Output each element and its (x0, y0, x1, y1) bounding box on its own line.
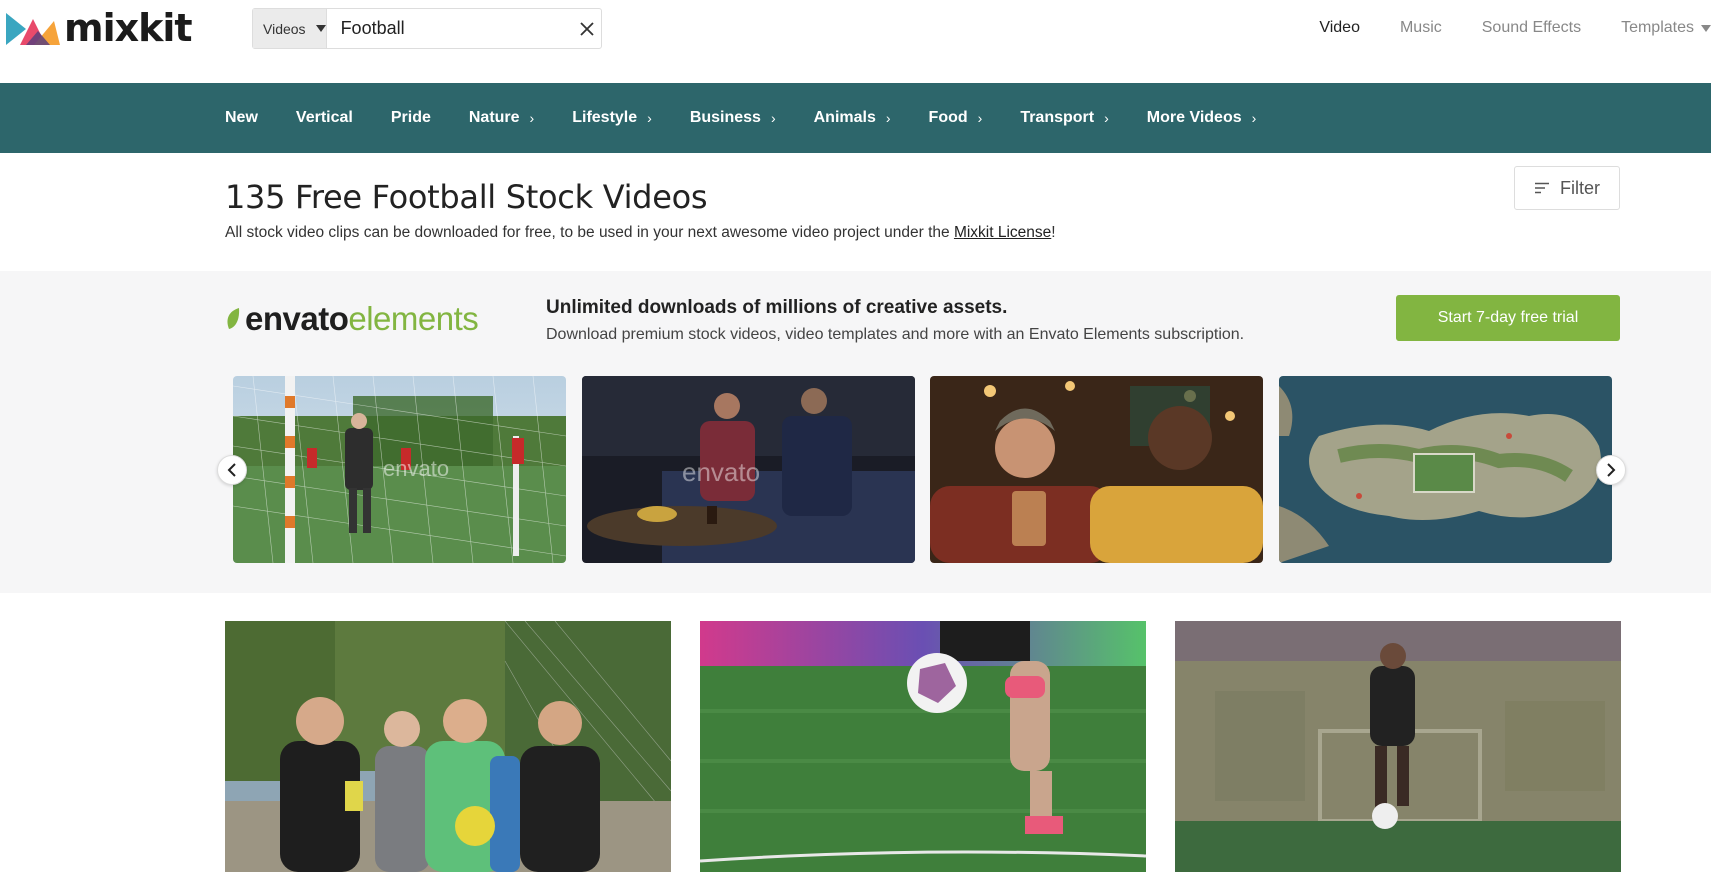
carousel-item[interactable]: envato (582, 376, 915, 563)
nav-video[interactable]: Video (1319, 19, 1360, 37)
category-transport[interactable]: Transport › (1020, 109, 1108, 127)
carousel-next-button[interactable] (1596, 455, 1626, 485)
category-label: New (225, 109, 258, 126)
filter-label: Filter (1560, 177, 1600, 198)
category-more-videos[interactable]: More Videos › (1147, 109, 1257, 127)
leaf-icon (227, 308, 240, 329)
chevron-right-icon: › (1251, 110, 1257, 126)
envato-elements-logo[interactable]: envato elements (225, 300, 479, 338)
football-players-walking-thumbnail (225, 621, 671, 872)
top-navigation: Video Music Sound Effects Templates (1279, 19, 1711, 37)
player-juggling-ball-thumbnail (700, 621, 1146, 872)
nav-templates-label: Templates (1621, 19, 1694, 36)
nav-sound-effects[interactable]: Sound Effects (1482, 19, 1581, 37)
page-subtitle: All stock video clips can be downloaded … (225, 224, 1056, 242)
category-business[interactable]: Business › (690, 109, 776, 127)
category-animals[interactable]: Animals › (814, 109, 891, 127)
carousel-item[interactable] (1279, 376, 1612, 563)
nav-templates[interactable]: Templates (1621, 19, 1711, 37)
subtitle-text: All stock video clips can be downloaded … (225, 224, 954, 241)
caret-down-icon (315, 25, 326, 32)
category-bar: New Vertical Pride Nature › Lifestyle › Bu… (0, 83, 1711, 153)
fans-watching-tv-thumbnail: envato (582, 376, 915, 563)
elements-wordmark: elements (348, 300, 479, 337)
category-label: Animals (813, 109, 876, 126)
category-label: Pride (390, 109, 431, 126)
category-label: Transport (1020, 109, 1095, 126)
mixkit-license-link[interactable]: Mixkit License (954, 224, 1051, 241)
category-food[interactable]: Food › (929, 109, 983, 127)
nav-music[interactable]: Music (1400, 19, 1442, 37)
start-free-trial-button[interactable]: Start 7-day free trial (1396, 295, 1620, 341)
category-lifestyle[interactable]: Lifestyle › (572, 109, 652, 127)
carousel-item[interactable] (930, 376, 1263, 563)
search-type-label: Videos (263, 20, 306, 37)
chevron-right-icon: › (1104, 110, 1109, 126)
chevron-right-icon: › (885, 110, 891, 126)
carousel-item[interactable]: envato (233, 376, 566, 563)
mixkit-logo-icon (6, 13, 60, 45)
category-label: Lifestyle (572, 109, 638, 126)
carousel-prev-button[interactable] (217, 455, 247, 485)
search-bar: Videos (252, 8, 602, 49)
video-card[interactable] (225, 621, 671, 872)
envato-wordmark: envato (245, 300, 349, 337)
category-list: New Vertical Pride Nature › Lifestyle › Bu… (225, 83, 1294, 153)
mixkit-wordmark: mixkit (64, 6, 193, 50)
close-icon (580, 21, 594, 36)
category-label: Business (689, 109, 761, 126)
clear-search-button[interactable] (573, 9, 601, 48)
promo-subtext: Download premium stock videos, video tem… (546, 326, 1245, 343)
envato-promo: envato elements Unlimited downloads of mi… (0, 271, 1711, 593)
category-nature[interactable]: Nature › (469, 109, 534, 127)
promo-headline: Unlimited downloads of millions of creat… (546, 297, 1008, 318)
page-title: 135 Free Football Stock Videos (225, 178, 708, 216)
player-dribbling-blurred-thumbnail (1175, 621, 1621, 872)
category-label: Nature (468, 109, 520, 126)
filter-icon (1535, 182, 1549, 194)
category-vertical[interactable]: Vertical (296, 109, 353, 127)
chevron-right-icon: › (647, 110, 652, 126)
chevron-right-icon: › (529, 110, 535, 126)
site-header: mixkit Videos Video Music Sound Effects … (0, 0, 1711, 83)
category-new[interactable]: New (225, 109, 258, 127)
football-goalkeeper-thumbnail: envato (233, 376, 566, 563)
category-label: More Videos (1146, 109, 1242, 126)
chevron-left-icon (227, 463, 236, 477)
subtitle-suffix: ! (1051, 224, 1056, 241)
category-pride[interactable]: Pride (391, 109, 431, 127)
category-label: Vertical (295, 109, 353, 126)
envato-watermark: envato (383, 456, 449, 481)
chevron-right-icon: › (770, 110, 776, 126)
caret-down-icon (1701, 24, 1711, 32)
filter-button[interactable]: Filter (1514, 166, 1620, 210)
search-type-dropdown[interactable]: Videos (253, 9, 327, 48)
category-label: Food (928, 109, 968, 126)
men-in-pub-thumbnail (930, 376, 1263, 563)
search-input[interactable] (326, 9, 573, 48)
video-card[interactable] (700, 621, 1146, 872)
chevron-right-icon: › (977, 110, 983, 126)
chevron-right-icon (1607, 463, 1616, 477)
mixkit-logo[interactable]: mixkit (6, 2, 193, 54)
video-card[interactable] (1175, 621, 1621, 872)
envato-watermark: envato (682, 457, 760, 487)
aerial-island-stadium-thumbnail (1279, 376, 1612, 563)
